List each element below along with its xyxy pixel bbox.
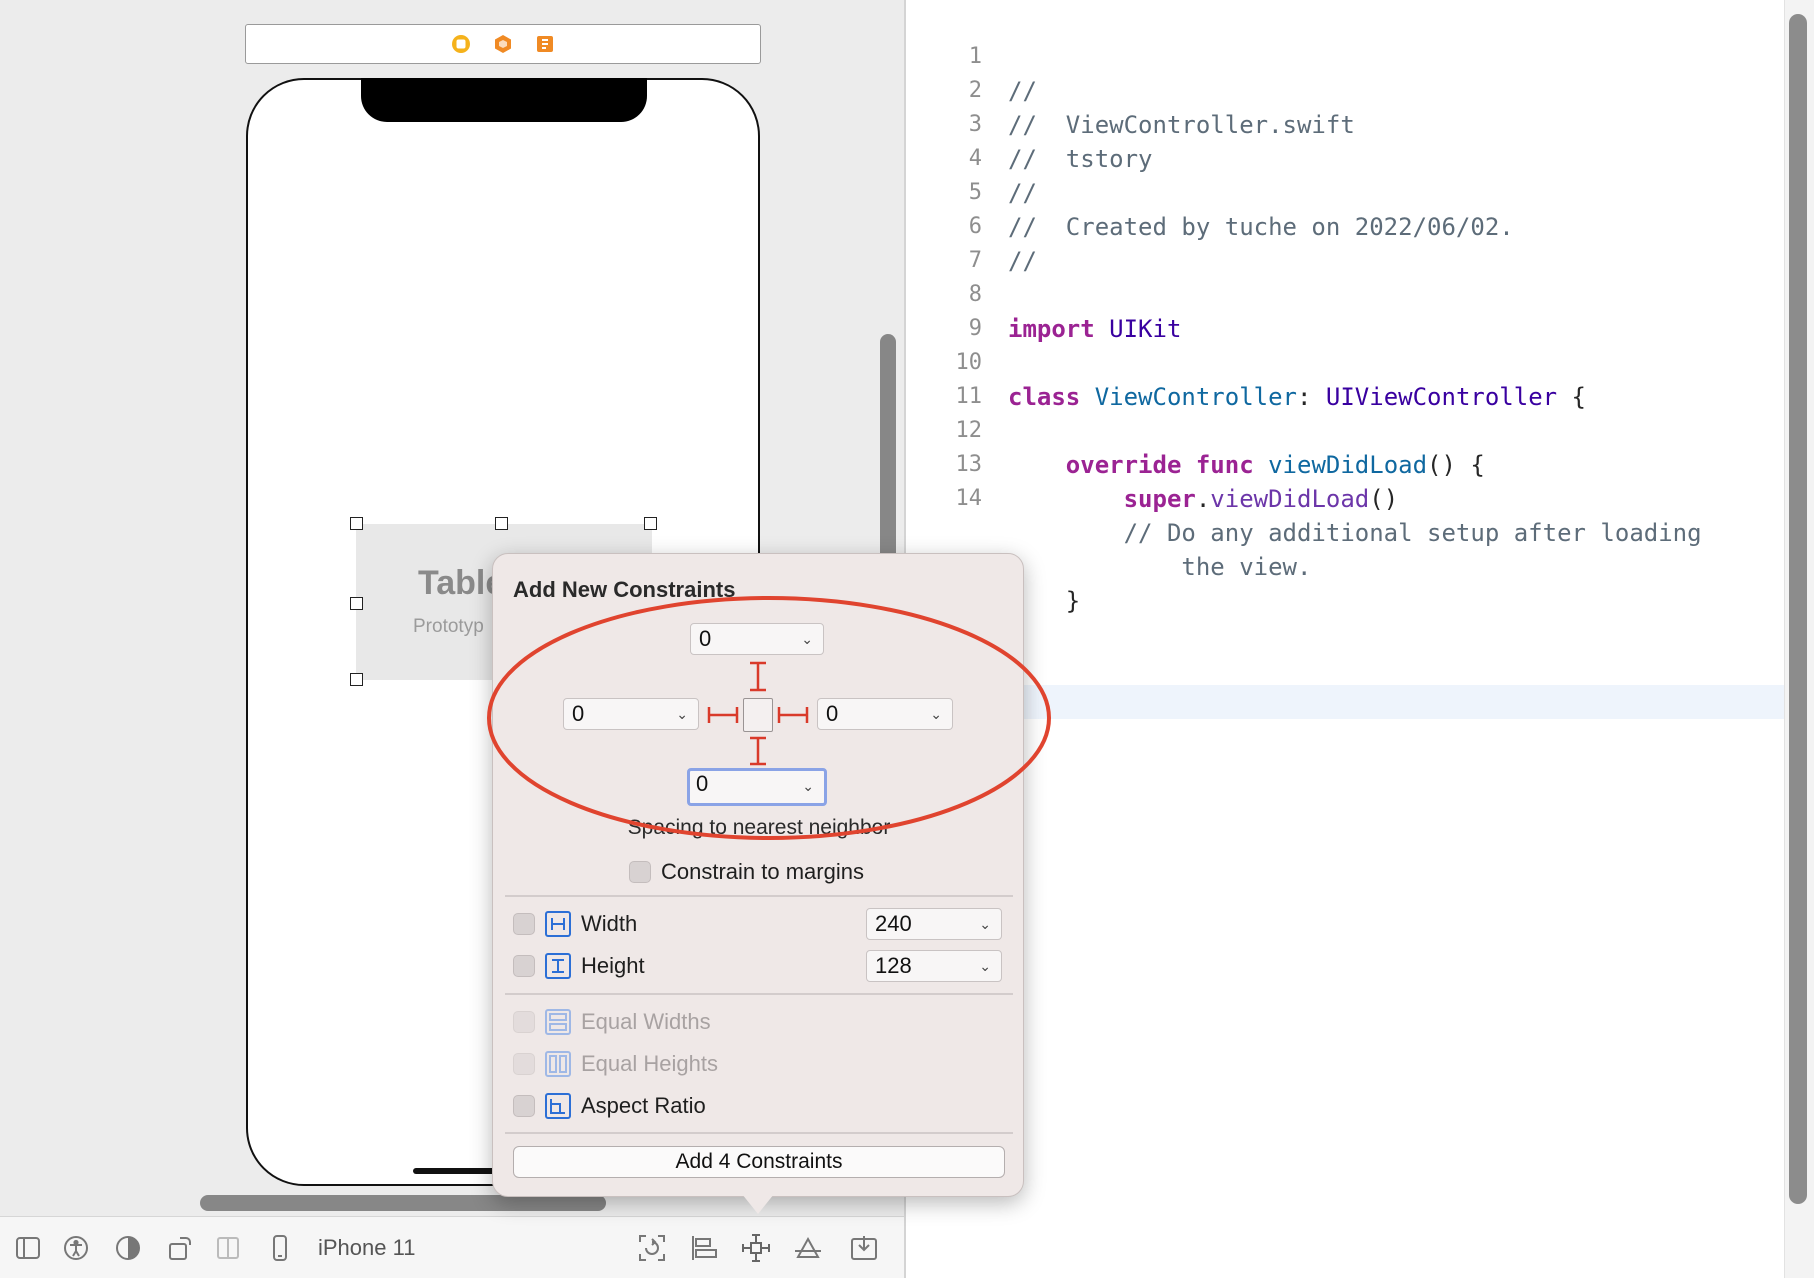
- width-icon: [545, 911, 571, 937]
- resize-handle-top-right[interactable]: [644, 517, 657, 530]
- top-strut[interactable]: [750, 661, 766, 692]
- trailing-strut[interactable]: [777, 707, 809, 723]
- first-responder-icon[interactable]: [492, 33, 514, 55]
- code-line: 15 }: [906, 516, 1081, 615]
- code-text[interactable]: // Do any additional setup after loading: [1008, 516, 1702, 550]
- height-checkbox[interactable]: [513, 955, 535, 977]
- separator: [505, 1132, 1013, 1134]
- equal-heights-icon: [545, 1051, 571, 1077]
- code-text[interactable]: override func viewDidLoad() {: [1008, 448, 1485, 482]
- width-value: 240: [875, 911, 912, 936]
- orientation-icon[interactable]: [164, 1232, 196, 1264]
- code-text[interactable]: super.viewDidLoad(): [1008, 482, 1399, 516]
- split-icon: [212, 1232, 244, 1264]
- code-line: 1 //: [906, 6, 1037, 105]
- exit-icon[interactable]: [534, 33, 556, 55]
- constraint-struts: [707, 661, 809, 766]
- width-checkbox[interactable]: [513, 913, 535, 935]
- code-text[interactable]: class ViewController: UIViewController {: [1008, 380, 1586, 414]
- code-line: the view.: [906, 482, 1311, 581]
- bottom-strut[interactable]: [750, 736, 766, 766]
- height-value: 128: [875, 953, 912, 978]
- current-line-highlight: [906, 685, 1784, 719]
- code-line: 5 // Created by tuche on 2022/06/02.: [906, 142, 1514, 241]
- equal-heights-label: Equal Heights: [581, 1051, 718, 1076]
- table-view-subtitle: Prototyp: [413, 616, 484, 637]
- add-constraints-button[interactable]: Add 4 Constraints: [513, 1146, 1005, 1178]
- separator: [505, 993, 1013, 995]
- height-row[interactable]: Height: [513, 952, 645, 980]
- height-icon: [545, 953, 571, 979]
- code-line: 14 // Do any additional setup after load…: [906, 448, 1702, 547]
- code-line: 11: [906, 346, 983, 409]
- width-label: Width: [581, 911, 638, 936]
- equal-heights-checkbox: [513, 1053, 535, 1075]
- phone-notch: [361, 78, 647, 122]
- code-line: 7: [906, 210, 982, 273]
- code-line: 12 override func viewDidLoad() {: [906, 380, 1485, 479]
- resolve-issues-icon[interactable]: [792, 1232, 824, 1264]
- resize-handle-middle-left[interactable]: [350, 597, 363, 610]
- height-label: Height: [581, 953, 645, 978]
- scene-dock: [245, 24, 761, 64]
- equal-heights-row: Equal Heights: [513, 1050, 718, 1078]
- add-constraints-popover: Add New Constraints 0 ⌄ 0 ⌄ 0 ⌄ 0 ⌄ Spac…: [492, 553, 1024, 1197]
- popover-arrow: [742, 1194, 774, 1214]
- code-line: 2 // ViewController.swift: [906, 40, 1355, 139]
- separator: [505, 895, 1013, 897]
- code-text[interactable]: // Created by tuche on 2022/06/02.: [1008, 210, 1514, 244]
- code-text[interactable]: //: [1008, 176, 1037, 210]
- spacing-label: Spacing to nearest neighbor: [627, 816, 891, 839]
- aspect-ratio-checkbox[interactable]: [513, 1095, 535, 1117]
- view-controller-icon[interactable]: [450, 33, 472, 55]
- code-text[interactable]: //: [1008, 244, 1037, 278]
- appearance-icon[interactable]: [112, 1232, 144, 1264]
- equal-widths-icon: [545, 1009, 571, 1035]
- constrain-margins-row[interactable]: Constrain to margins: [629, 858, 864, 886]
- code-line: 8 import UIKit: [906, 244, 1182, 343]
- update-frames-icon[interactable]: [636, 1232, 668, 1264]
- equal-widths-label: Equal Widths: [581, 1009, 711, 1034]
- constrain-margins-label: Constrain to margins: [661, 859, 864, 884]
- constrain-margins-checkbox[interactable]: [629, 861, 651, 883]
- aspect-ratio-icon: [545, 1093, 571, 1119]
- leading-strut[interactable]: [707, 707, 739, 723]
- chevron-down-icon: ⌄: [979, 916, 991, 932]
- selected-view-placeholder: [743, 698, 773, 732]
- embed-icon[interactable]: [848, 1232, 880, 1264]
- width-row[interactable]: Width: [513, 910, 637, 938]
- code-line: 10 class ViewController: UIViewControlle…: [906, 312, 1587, 411]
- device-icon[interactable]: [264, 1232, 296, 1264]
- code-editor[interactable]: 1 // 2 // ViewController.swift 3 // tsto…: [906, 0, 1784, 1278]
- code-text[interactable]: //: [1008, 74, 1037, 108]
- equal-widths-row: Equal Widths: [513, 1008, 711, 1036]
- accessibility-icon[interactable]: [60, 1232, 92, 1264]
- width-value-select[interactable]: 240 ⌄: [866, 908, 1002, 940]
- resize-handle-top-center[interactable]: [495, 517, 508, 530]
- equal-widths-checkbox: [513, 1011, 535, 1033]
- code-line: 3 // tstory: [906, 74, 1153, 173]
- code-line: 9: [906, 278, 982, 341]
- align-icon[interactable]: [688, 1232, 720, 1264]
- code-text[interactable]: // ViewController.swift: [1008, 108, 1355, 142]
- code-line: 4 //: [906, 108, 1037, 207]
- sidebar-icon[interactable]: [12, 1232, 44, 1264]
- resize-handle-bottom-left[interactable]: [350, 673, 363, 686]
- code-text[interactable]: import UIKit: [1008, 312, 1181, 346]
- code-line: 13 super.viewDidLoad(): [906, 414, 1399, 513]
- chevron-down-icon: ⌄: [979, 958, 991, 974]
- add-constraints-icon[interactable]: [740, 1232, 772, 1264]
- aspect-ratio-label: Aspect Ratio: [581, 1093, 706, 1118]
- canvas-bottom-bar: iPhone 11: [0, 1216, 904, 1278]
- canvas-horizontal-scrollbar[interactable]: [200, 1195, 606, 1211]
- editor-vertical-scrollbar[interactable]: [1789, 14, 1807, 1204]
- aspect-ratio-row[interactable]: Aspect Ratio: [513, 1092, 706, 1120]
- device-label[interactable]: iPhone 11: [318, 1235, 415, 1261]
- height-value-select[interactable]: 128 ⌄: [866, 950, 1002, 982]
- code-text[interactable]: // tstory: [1008, 142, 1153, 176]
- resize-handle-top-left[interactable]: [350, 517, 363, 530]
- code-text[interactable]: the view.: [1008, 550, 1311, 584]
- code-line: 6 //: [906, 176, 1037, 275]
